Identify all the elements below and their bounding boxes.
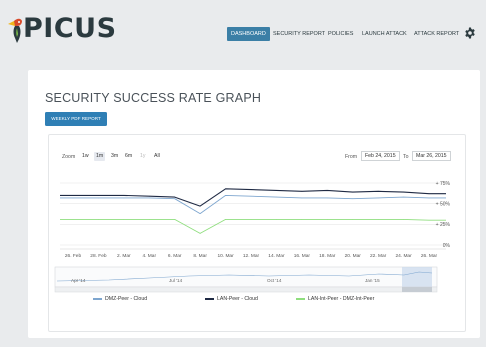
series-point <box>428 193 430 195</box>
y-tick-label: + 25% <box>436 222 451 228</box>
series-point <box>98 195 99 196</box>
series-point <box>276 196 277 198</box>
series-point <box>301 219 303 220</box>
legend-lan-int-dmz-int[interactable]: LAN-Int-Peer - DMZ-Int-Peer <box>296 295 374 303</box>
series-point <box>301 190 303 192</box>
series-point <box>98 219 99 220</box>
chart-card: Zoom 1w 1m 3m 6m 1y All From Feb 24, 201… <box>48 134 466 332</box>
series-point <box>148 195 150 197</box>
series-point <box>250 195 252 197</box>
x-tick-label: 26. Mar <box>421 253 438 259</box>
series-line <box>60 218 446 234</box>
navigator-scrollbar-thumb <box>402 287 432 292</box>
series-point <box>72 195 74 196</box>
series-point <box>98 197 99 199</box>
x-tick-label: 4. Mar <box>142 253 156 259</box>
nav-policies[interactable]: POLICIES <box>328 27 353 41</box>
x-tick-label: 10. Mar <box>217 253 234 259</box>
page-title: SECURITY SUCCESS RATE GRAPH <box>45 91 262 105</box>
series-point <box>250 189 252 190</box>
x-tick-label: 14. Mar <box>268 253 285 259</box>
nav-attack-report[interactable]: ATTACK REPORT <box>414 27 459 41</box>
x-tick-label: 28. Feb <box>90 253 107 259</box>
series-point <box>403 191 404 193</box>
legend-swatch <box>205 298 214 300</box>
series-point <box>199 213 201 214</box>
series-point <box>250 219 252 220</box>
navigator-scrollbar <box>54 286 438 293</box>
series-line <box>60 194 446 215</box>
legend-lan-peer-cloud[interactable]: LAN-Peer - Cloud <box>205 295 258 303</box>
gear-icon[interactable] <box>464 27 476 39</box>
series-point <box>428 197 430 199</box>
series-point <box>72 219 74 220</box>
series-point <box>174 198 176 200</box>
x-tick-label: 18. Mar <box>319 253 336 259</box>
series-point <box>377 197 379 199</box>
series-point <box>377 219 379 220</box>
navigator-selection <box>402 267 432 287</box>
series-point <box>72 197 74 199</box>
series-point <box>174 219 176 220</box>
y-tick-label: + 75% <box>436 181 451 187</box>
series-point <box>326 197 328 199</box>
navigator-label: Oct '14 <box>267 278 282 283</box>
x-tick-label: 22. Mar <box>370 253 387 259</box>
nav-security-report[interactable]: SECURITY REPORT <box>273 27 325 41</box>
legend-swatch <box>93 298 102 300</box>
series-point <box>403 196 404 198</box>
x-tick-label: 2. Mar <box>117 253 131 259</box>
series-point <box>225 195 226 196</box>
legend-dmz-peer-cloud[interactable]: DMZ-Peer - Cloud <box>93 295 147 303</box>
x-tick-label: 6. Mar <box>168 253 182 259</box>
series-point <box>148 219 150 220</box>
series-point <box>148 197 150 199</box>
x-tick-label: 26. Feb <box>65 253 82 259</box>
content-panel: SECURITY SUCCESS RATE GRAPH WEEKLY PDF R… <box>28 70 480 338</box>
y-tick-label: + 50% <box>436 201 451 207</box>
series-point <box>123 195 125 196</box>
navigator-label: Apr '14 <box>71 278 86 283</box>
series-point <box>352 219 354 220</box>
legend-label: LAN-Peer - Cloud <box>217 296 258 302</box>
legend-label: DMZ-Peer - Cloud <box>105 296 148 302</box>
x-tick-label: 16. Mar <box>294 253 311 259</box>
navigator-label: Jan '15 <box>365 278 380 283</box>
series-point <box>276 219 277 220</box>
series-point <box>377 190 379 192</box>
navigator-label: Jul '14 <box>169 278 183 283</box>
legend-label: LAN-Int-Peer - DMZ-Int-Peer <box>308 296 375 302</box>
brand-name: PICUS <box>23 13 117 44</box>
x-tick-label: 8. Mar <box>193 253 207 259</box>
x-tick-label: 20. Mar <box>345 253 362 259</box>
series-point <box>428 219 430 221</box>
nav-dashboard[interactable]: DASHBOARD <box>227 27 270 41</box>
x-tick-label: 24. Mar <box>395 253 412 259</box>
series-point <box>403 219 404 220</box>
picus-logo[interactable]: PICUS <box>4 12 117 46</box>
navigator-area <box>54 266 438 288</box>
series-point <box>276 190 277 191</box>
series-point <box>352 198 354 200</box>
series-point <box>225 219 226 220</box>
series-point <box>199 205 201 207</box>
series-point <box>225 188 226 190</box>
series-point <box>123 219 125 220</box>
series-point <box>301 197 303 199</box>
nav-launch-attack[interactable]: LAUNCH ATTACK <box>362 27 407 41</box>
x-tick-label: 12. Mar <box>243 253 260 259</box>
series-point <box>326 219 328 220</box>
legend-swatch <box>296 298 305 300</box>
y-tick-label: 0% <box>443 243 451 249</box>
series-point <box>352 191 354 193</box>
app-header: PICUS DASHBOARD SECURITY REPORT POLICIES… <box>0 0 486 58</box>
success-rate-line-chart: 0% + 25% + 50% + 75% 26. Feb 28. Feb 2. Mar 4. … <box>54 181 451 293</box>
series-point <box>174 196 176 198</box>
series-point <box>326 190 328 191</box>
weekly-pdf-report-button[interactable]: WEEKLY PDF REPORT <box>45 112 107 126</box>
series-point <box>199 233 201 234</box>
series-point <box>123 197 125 199</box>
